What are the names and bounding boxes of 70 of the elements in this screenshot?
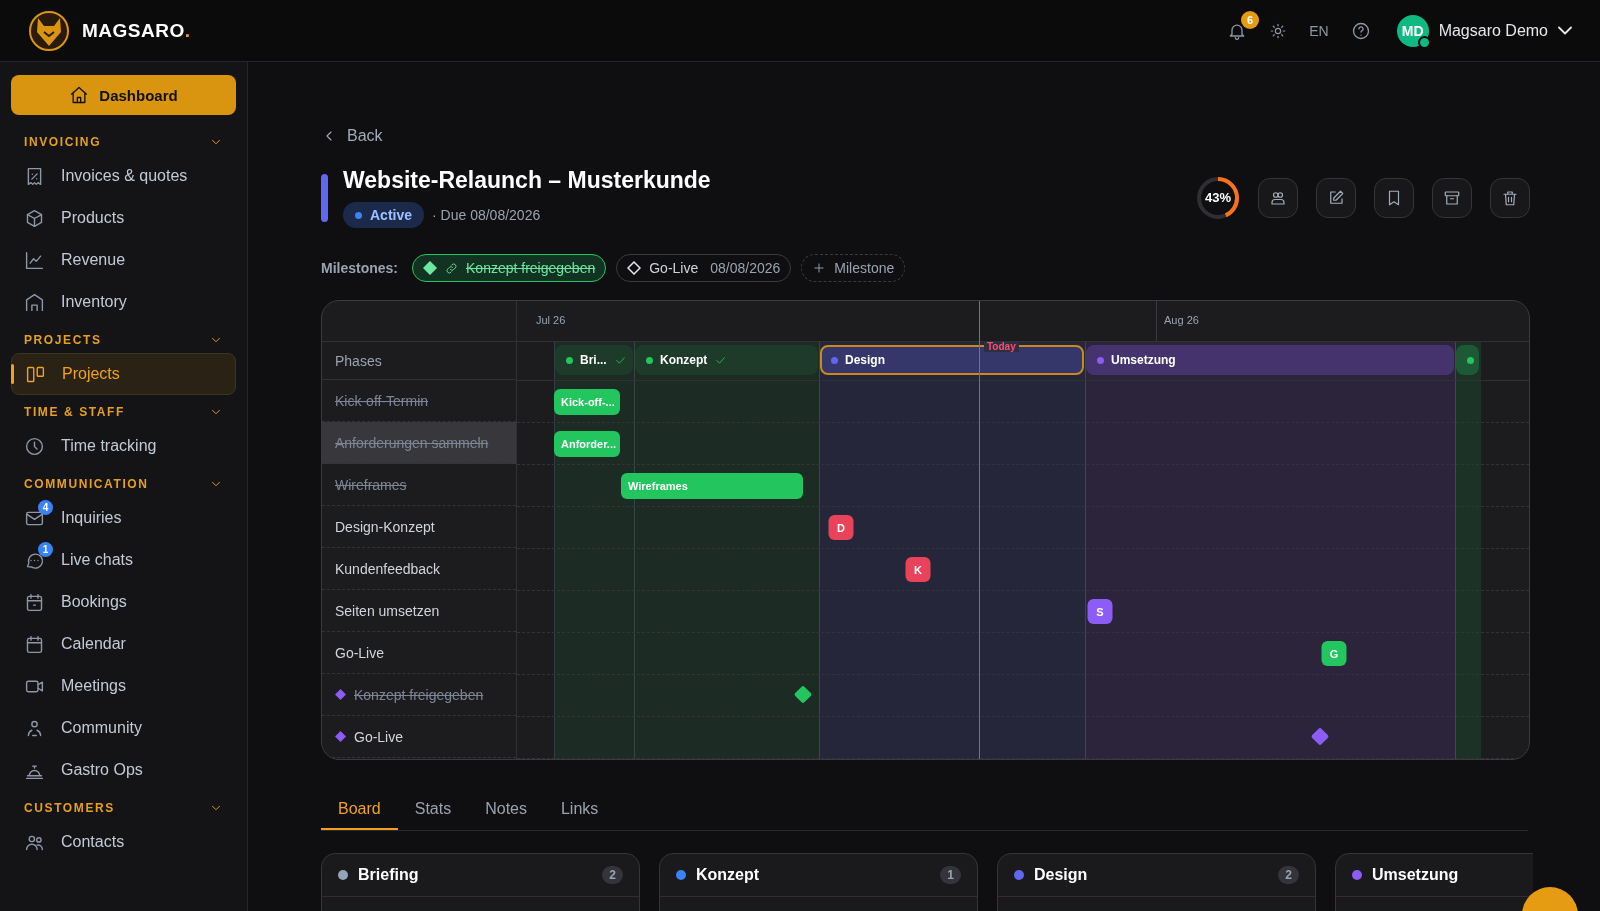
tab[interactable]: Notes (468, 790, 544, 830)
nav-item[interactable]: Projects (11, 353, 236, 395)
row-header[interactable]: Seiten umsetzen (322, 590, 516, 632)
row-label: Konzept freigegeben (354, 686, 484, 703)
nav-item[interactable]: Invoices & quotes (11, 155, 236, 197)
nav-item[interactable]: Bookings (11, 581, 236, 623)
milestone-chip[interactable]: Konzept freigegeben (412, 254, 607, 282)
notification-count: 6 (1241, 10, 1260, 29)
brand-name: MAGSARO. (82, 19, 191, 42)
column-title: Briefing (358, 866, 419, 884)
row-label: Go-Live (354, 728, 404, 745)
milestones-label: Milestones: (321, 260, 398, 276)
tab[interactable]: Links (543, 790, 616, 830)
nav-item[interactable]: Community (11, 707, 236, 749)
nav-item[interactable]: Inventory (11, 281, 236, 323)
row-label: Wireframes (335, 476, 407, 493)
section-title: TIME & STAFF (24, 405, 125, 419)
today-label: Today (984, 341, 1019, 352)
column-title: Konzept (696, 866, 760, 884)
nav-item[interactable]: 4 Inquiries (11, 497, 236, 539)
language-button[interactable]: EN (1309, 22, 1329, 39)
row-header[interactable]: Go-Live (322, 632, 516, 674)
phase-bar[interactable]: Konzept (635, 345, 818, 375)
card-count: 2 (1278, 866, 1299, 884)
user-name[interactable]: Magsaro Demo (1438, 21, 1548, 40)
task-marker[interactable]: S (1087, 599, 1113, 624)
row-label: Kick-off-Termin (335, 392, 429, 409)
column-title: Umsetzung (1372, 866, 1459, 884)
card-count: 1 (940, 866, 961, 884)
back-link[interactable]: Back (321, 127, 1530, 145)
progress-ring: 43% (1196, 175, 1240, 220)
unread-badge: 4 (38, 499, 53, 515)
status-badge: Active (343, 202, 425, 228)
phase-bar[interactable]: Bri... (555, 345, 633, 375)
row-label: Anforderungen sammeln (335, 434, 489, 451)
nav-item[interactable]: Contacts (11, 821, 236, 863)
section-title: CUSTOMERS (24, 801, 115, 815)
project-title: Website-Relaunch – Musterkunde (343, 167, 711, 194)
section-title: INVOICING (24, 135, 102, 149)
row-label: Kundenfeedback (335, 560, 441, 577)
phase-bar[interactable]: Umsetzung (1086, 345, 1454, 375)
row-header[interactable]: Kundenfeedback (322, 548, 516, 590)
task-marker[interactable]: K (905, 557, 931, 582)
row-label: Design-Konzept (335, 518, 435, 535)
row-header[interactable]: Wireframes (322, 464, 516, 506)
unread-badge: 1 (38, 541, 53, 557)
tab[interactable]: Board (321, 790, 398, 830)
due-date: · Due 08/08/2026 (432, 207, 541, 223)
column-title: Design (1034, 866, 1088, 884)
nav-item[interactable]: Revenue (11, 239, 236, 281)
row-label: Seiten umsetzen (335, 602, 440, 619)
row-header[interactable]: Konzept freigegeben (322, 674, 516, 716)
row-header[interactable]: Design-Konzept (322, 506, 516, 548)
nav-item[interactable]: Meetings (11, 665, 236, 707)
nav-item[interactable]: Products (11, 197, 236, 239)
dashboard-button[interactable]: Dashboard (11, 75, 236, 115)
card-count: 2 (602, 866, 623, 884)
section-title: COMMUNICATION (24, 477, 149, 491)
row-header[interactable]: Go-Live (322, 716, 516, 758)
tab[interactable]: Stats (397, 790, 469, 830)
nav-item[interactable]: 1 Live chats (11, 539, 236, 581)
row-label: Phases (335, 352, 382, 369)
month-label: Jul 26 (536, 314, 566, 326)
task-marker[interactable]: D (828, 515, 854, 540)
row-label: Go-Live (335, 644, 385, 661)
nav-item[interactable]: Calendar (11, 623, 236, 665)
section-title: PROJECTS (24, 333, 102, 347)
nav-item[interactable]: Gastro Ops (11, 749, 236, 791)
nav-item[interactable]: Time tracking (11, 425, 236, 467)
month-label: Aug 26 (1164, 314, 1199, 326)
